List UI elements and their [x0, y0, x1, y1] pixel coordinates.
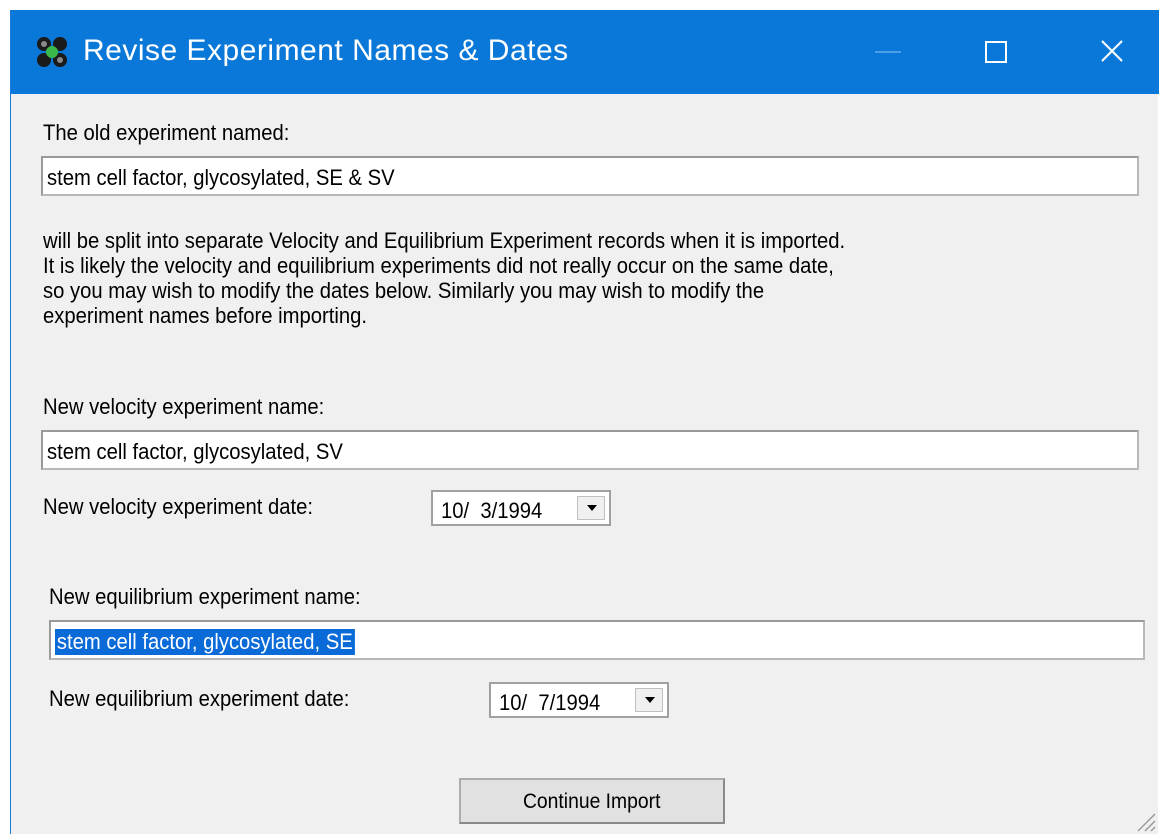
old-experiment-field[interactable]: stem cell factor, glycosylated, SE & SV: [41, 156, 1139, 196]
velocity-name-value: stem cell factor, glycosylated, SV: [47, 439, 343, 464]
description-line: experiment names before importing.: [43, 303, 367, 328]
maximize-icon: [985, 41, 1007, 63]
description-line: will be split into separate Velocity and…: [43, 228, 846, 253]
close-icon: [1101, 40, 1123, 62]
equilibrium-date-label: New equilibrium experiment date:: [49, 686, 350, 711]
maximize-button[interactable]: [951, 10, 1041, 94]
app-icon: [37, 37, 67, 67]
velocity-date-dropdown[interactable]: [577, 496, 605, 520]
description-line: It is likely the velocity and equilibriu…: [43, 253, 834, 278]
minimize-icon: [875, 51, 901, 53]
velocity-name-field[interactable]: stem cell factor, glycosylated, SV: [41, 430, 1139, 470]
title-bar[interactable]: Revise Experiment Names & Dates: [11, 10, 1159, 94]
velocity-name-label: New velocity experiment name:: [43, 394, 325, 419]
equilibrium-name-field[interactable]: stem cell factor, glycosylated, SE: [49, 620, 1145, 660]
window-title: Revise Experiment Names & Dates: [83, 34, 569, 67]
continue-import-label: Continue Import: [523, 790, 661, 813]
velocity-date-value: 10/ 3/1994: [441, 498, 543, 523]
minimize-button[interactable]: [851, 10, 941, 94]
equilibrium-date-dropdown[interactable]: [635, 688, 663, 712]
equilibrium-name-label: New equilibrium experiment name:: [49, 584, 361, 609]
old-experiment-label: The old experiment named:: [43, 120, 290, 145]
equilibrium-date-value: 10/ 7/1994: [499, 690, 601, 715]
velocity-date-picker[interactable]: 10/ 3/1994: [431, 490, 611, 526]
old-experiment-value: stem cell factor, glycosylated, SE & SV: [47, 165, 395, 190]
close-button[interactable]: [1069, 10, 1159, 94]
equilibrium-date-picker[interactable]: 10/ 7/1994: [489, 682, 669, 718]
dialog-window: Revise Experiment Names & Dates The old …: [10, 10, 1159, 834]
chevron-down-icon: [587, 505, 597, 511]
description-text: will be split into separate Velocity and…: [43, 228, 1153, 328]
description-line: so you may wish to modify the dates belo…: [43, 278, 765, 303]
chevron-down-icon: [645, 697, 655, 703]
velocity-date-label: New velocity experiment date:: [43, 494, 313, 519]
continue-import-button[interactable]: Continue Import: [459, 778, 725, 824]
resize-grip-icon[interactable]: [1134, 810, 1156, 832]
equilibrium-name-value: stem cell factor, glycosylated, SE: [55, 629, 355, 655]
